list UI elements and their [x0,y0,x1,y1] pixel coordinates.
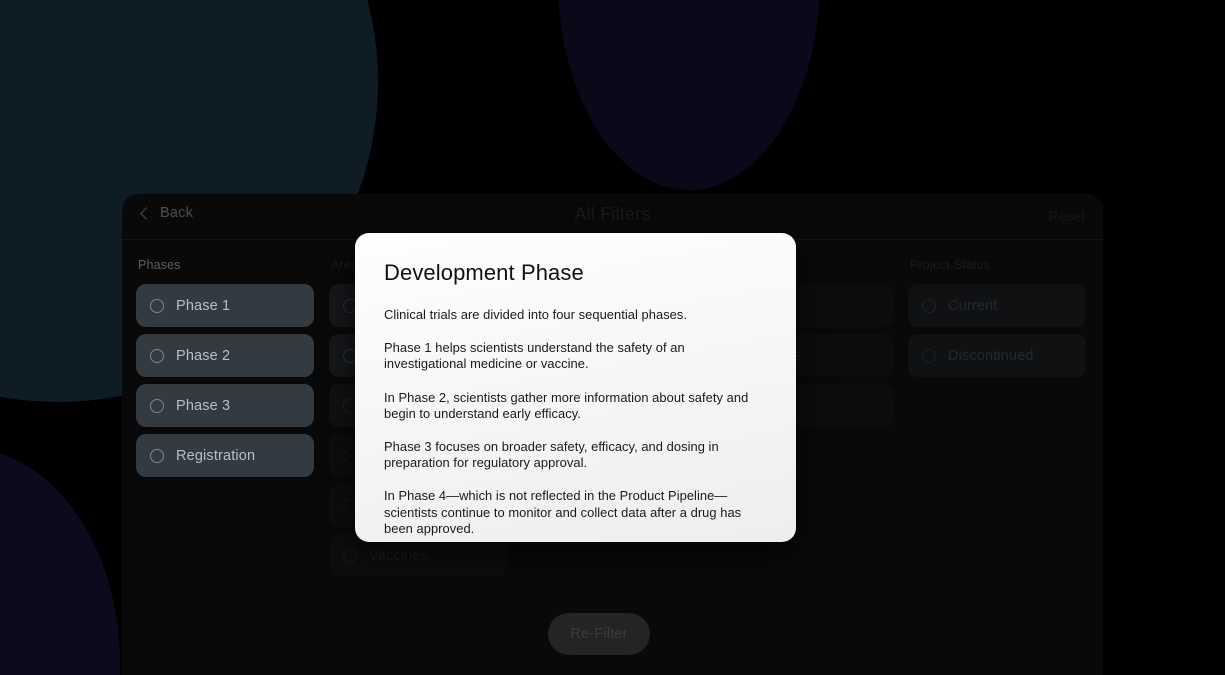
filter-chip-phase-2[interactable]: Phase 2 [136,334,314,377]
chip-label: Registration [176,447,256,464]
modal-paragraph-1: Clinical trials are divided into four se… [384,307,688,322]
reset-button[interactable]: Reset [1042,206,1091,226]
radio-circle-icon [150,348,164,363]
filter-column-project-status: Project Status Current Discontinued [908,255,1086,675]
radio-circle-icon [150,398,164,413]
radio-circle-icon [343,548,357,563]
page-title: All Filters [574,204,651,224]
filter-chip-phase-3[interactable]: Phase 3 [136,384,314,427]
modal-paragraph-2: Phase 1 helps scientists understand the … [384,340,685,372]
chip-label: Phase 3 [176,397,231,414]
filter-chip-registration[interactable]: Registration [136,434,314,477]
radio-circle-icon [922,298,936,313]
chip-label: Phase 1 [176,297,231,314]
modal-paragraph-4: Phase 3 focuses on broader safety, effic… [384,439,719,471]
chip-label: Vaccines [369,547,428,564]
chip-label: Current [948,297,998,314]
development-phase-modal: Development Phase Clinical trials are di… [355,233,796,542]
chip-label: Phase 2 [176,347,231,364]
column-title-project-status: Project Status [910,258,990,272]
purple-circle-top-icon [558,0,820,190]
modal-paragraph-3: In Phase 2, scientists gather more infor… [384,389,749,421]
filter-chip-phase-1[interactable]: Phase 1 [136,284,314,327]
modal-title: Development Phase [384,260,584,285]
re-filter-button[interactable]: Re-Filter [548,613,650,655]
radio-circle-icon [150,298,164,313]
filter-chip-current[interactable]: Current [908,284,1086,327]
purple-circle-left-icon [0,448,120,675]
column-title-phases: Phases [138,258,181,272]
radio-circle-icon [922,348,936,363]
filter-column-phases: Phases Phase 1 Phase 2 Phase 3 Registrat… [136,255,314,675]
radio-circle-icon [150,448,164,463]
chip-label: Discontinued [948,347,1034,364]
filter-chip-discontinued[interactable]: Discontinued [908,334,1086,377]
modal-paragraph-5: In Phase 4—which is not reflected in the… [384,488,742,536]
